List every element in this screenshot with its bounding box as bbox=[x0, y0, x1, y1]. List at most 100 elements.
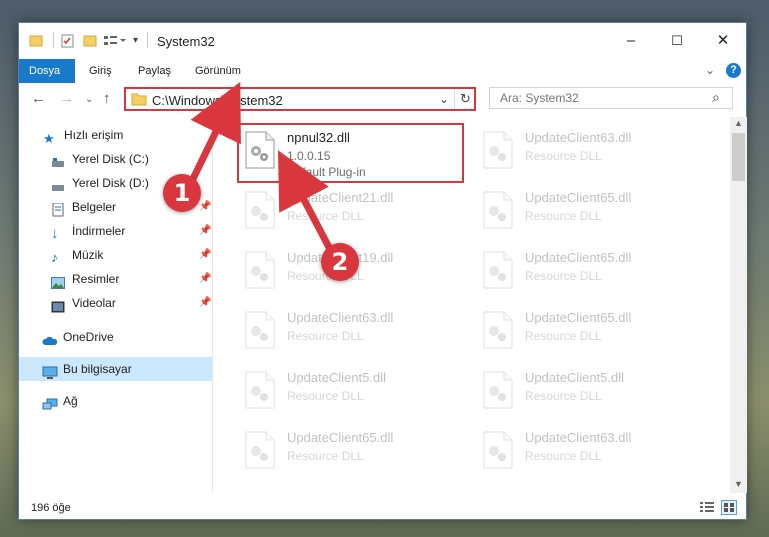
dll-file-icon bbox=[483, 191, 513, 229]
help-icon[interactable]: ? bbox=[726, 63, 741, 78]
dll-file-icon bbox=[245, 191, 275, 229]
sidebar-item-quick-access[interactable]: ★ Hızlı erişim bbox=[19, 123, 212, 147]
file-name: UpdateClient5.dll bbox=[287, 370, 387, 385]
folder-icon bbox=[131, 92, 147, 109]
file-tile[interactable]: UpdateClient65.dll Resource DLL bbox=[477, 185, 707, 241]
item-count: 196 öğe bbox=[31, 502, 71, 514]
tab-paylas[interactable]: Paylaş bbox=[128, 59, 181, 83]
up-button[interactable]: ↑ bbox=[103, 90, 111, 107]
sidebar-item-label: Resimler bbox=[72, 272, 120, 286]
file-tile[interactable]: UpdateClient5.dll Resource DLL bbox=[239, 365, 469, 421]
dll-file-icon bbox=[245, 431, 275, 469]
search-box[interactable]: ⌕ bbox=[489, 87, 733, 109]
address-divider bbox=[454, 89, 455, 109]
step-2-badge: 2 bbox=[321, 243, 359, 281]
file-type: Resource DLL bbox=[287, 209, 364, 223]
dll-file-icon bbox=[483, 131, 513, 169]
pin-icon[interactable]: 📌 bbox=[199, 243, 211, 267]
sidebar-item-music[interactable]: ♪ Müzik 📌 bbox=[19, 243, 212, 267]
scroll-down-icon[interactable]: ▼ bbox=[734, 479, 743, 489]
file-tile[interactable]: UpdateClient5.dll Resource DLL bbox=[477, 365, 707, 421]
dll-file-icon bbox=[483, 311, 513, 349]
tab-gorunum[interactable]: Görünüm bbox=[185, 59, 251, 83]
dll-file-icon bbox=[245, 371, 275, 409]
recent-locations-icon[interactable]: ⌄ bbox=[85, 94, 93, 105]
customize-toolbar-icon[interactable] bbox=[103, 34, 127, 51]
file-name: UpdateClient5.dll bbox=[525, 370, 625, 385]
file-name: UpdateClient65.dll bbox=[525, 190, 632, 205]
step-1-badge: 1 bbox=[163, 174, 201, 212]
forward-button[interactable]: → bbox=[59, 90, 74, 107]
file-tile[interactable]: UpdateClient65.dll Resource DLL bbox=[239, 425, 469, 481]
pin-icon[interactable]: 📌 bbox=[199, 219, 211, 243]
sidebar-item-network[interactable]: Ağ bbox=[19, 389, 212, 413]
title-bar: ▾ System32 – ☐ ✕ bbox=[19, 23, 746, 59]
sidebar-item-pictures[interactable]: Resimler 📌 bbox=[19, 267, 212, 291]
file-type: Resource DLL bbox=[287, 389, 364, 403]
ribbon-collapse-icon[interactable]: ⌄ bbox=[705, 63, 715, 77]
file-name: UpdateClient63.dll bbox=[525, 430, 632, 445]
file-tile[interactable]: UpdateClient63.dll Resource DLL bbox=[477, 125, 707, 181]
search-icon[interactable]: ⌕ bbox=[712, 89, 720, 106]
file-tile[interactable]: UpdateClient63.dll Resource DLL bbox=[239, 305, 469, 361]
scrollbar-thumb[interactable] bbox=[732, 133, 745, 181]
navigation-bar: ← → ⌄ ↑ C:\Windows\System32 ⌄ ↻ ⌕ bbox=[19, 85, 746, 115]
address-dropdown-icon[interactable]: ⌄ bbox=[439, 92, 449, 106]
explorer-window: ▾ System32 – ☐ ✕ Dosya Giriş Paylaş Görü… bbox=[18, 22, 747, 520]
search-input[interactable] bbox=[498, 90, 702, 106]
file-tile[interactable]: UpdateClient65.dll Resource DLL bbox=[477, 305, 707, 361]
file-type: Resource DLL bbox=[287, 449, 364, 463]
sidebar-item-local-disk-c[interactable]: Yerel Disk (C:) bbox=[19, 147, 212, 171]
file-tile[interactable]: UpdateClient65.dll Resource DLL bbox=[477, 245, 707, 301]
pin-icon[interactable]: 📌 bbox=[199, 291, 211, 315]
dll-file-icon bbox=[483, 251, 513, 289]
drive-icon bbox=[51, 153, 65, 167]
pin-icon[interactable]: 📌 bbox=[199, 195, 211, 219]
tab-giris[interactable]: Giriş bbox=[79, 59, 122, 83]
file-tile[interactable]: UpdateClient63.dll Resource DLL bbox=[477, 425, 707, 481]
scroll-up-icon[interactable]: ▲ bbox=[734, 118, 743, 128]
file-type: Resource DLL bbox=[525, 149, 602, 163]
status-bar: 196 öğe bbox=[19, 497, 746, 519]
file-name: UpdateClient65.dll bbox=[525, 250, 632, 265]
pin-icon[interactable]: 📌 bbox=[199, 267, 211, 291]
sidebar-item-label: Müzik bbox=[72, 248, 104, 262]
sidebar-item-downloads[interactable]: ↓ İndirmeler 📌 bbox=[19, 219, 212, 243]
window-title: System32 bbox=[157, 34, 215, 49]
download-icon: ↓ bbox=[51, 225, 59, 242]
details-view-icon[interactable] bbox=[700, 501, 714, 516]
sidebar-item-label: Belgeler bbox=[72, 200, 117, 214]
highlight-box-file bbox=[237, 123, 464, 183]
sidebar-item-videos[interactable]: Videolar 📌 bbox=[19, 291, 212, 315]
tab-dosya[interactable]: Dosya bbox=[19, 59, 75, 83]
drive-icon bbox=[51, 177, 65, 191]
sidebar-item-label: Hızlı erişim bbox=[64, 128, 124, 142]
title-divider bbox=[147, 32, 148, 48]
dll-file-icon bbox=[245, 251, 275, 289]
file-tile[interactable]: UpdateClient21.dll Resource DLL bbox=[239, 185, 469, 241]
back-button[interactable]: ← bbox=[31, 90, 46, 107]
sidebar-item-this-pc[interactable]: Bu bilgisayar bbox=[19, 357, 212, 381]
sidebar-item-label: İndirmeler bbox=[72, 224, 126, 238]
sidebar-item-label: Yerel Disk (D:) bbox=[72, 176, 149, 190]
folder-icon[interactable] bbox=[29, 34, 43, 51]
quick-access-dropdown-icon[interactable]: ▾ bbox=[133, 35, 138, 46]
new-folder-icon[interactable] bbox=[83, 34, 97, 51]
address-bar[interactable]: C:\Windows\System32 ⌄ ↻ bbox=[124, 87, 476, 111]
vertical-scrollbar[interactable]: ▲ ▼ bbox=[730, 117, 747, 493]
address-path[interactable]: C:\Windows\System32 bbox=[152, 93, 283, 108]
file-type: Resource DLL bbox=[525, 449, 602, 463]
refresh-icon[interactable]: ↻ bbox=[460, 91, 471, 107]
minimize-button[interactable]: – bbox=[608, 23, 654, 59]
sidebar-item-label: OneDrive bbox=[63, 330, 114, 344]
pane-divider bbox=[212, 117, 213, 493]
maximize-button[interactable]: ☐ bbox=[654, 23, 700, 59]
file-name: UpdateClient65.dll bbox=[525, 310, 632, 325]
network-icon bbox=[42, 395, 58, 410]
file-name: UpdateClient63.dll bbox=[287, 310, 394, 325]
star-icon: ★ bbox=[43, 131, 55, 146]
sidebar-item-onedrive[interactable]: OneDrive bbox=[19, 325, 212, 349]
close-button[interactable]: ✕ bbox=[700, 23, 746, 59]
large-icons-view-icon[interactable] bbox=[721, 500, 737, 515]
properties-icon[interactable] bbox=[61, 34, 75, 51]
